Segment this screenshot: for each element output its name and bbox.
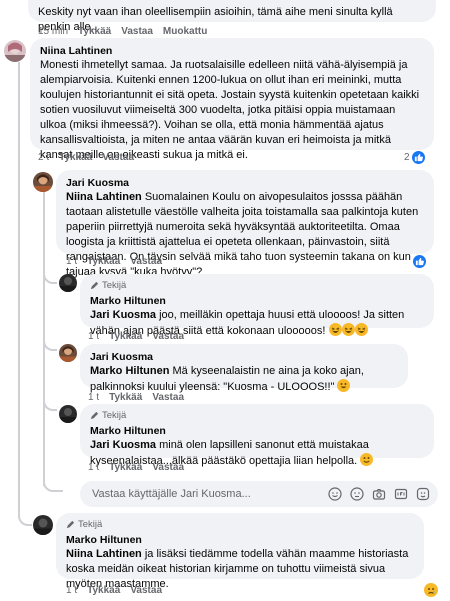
comment-actions: 1 t Tykkää Vastaa <box>66 256 162 267</box>
thread-elbow <box>43 470 63 492</box>
edited-label: Muokattu <box>162 26 208 37</box>
camera-icon[interactable] <box>372 487 386 501</box>
reply-button[interactable]: Vastaa <box>152 462 184 473</box>
comment-author[interactable]: Marko Hiltunen <box>90 295 424 308</box>
sad-reaction-icon <box>424 583 438 597</box>
comment-author[interactable]: Marko Hiltunen <box>66 534 414 547</box>
reaction-summary[interactable] <box>413 255 426 268</box>
like-button[interactable]: Tykkää <box>87 256 120 267</box>
comment-time[interactable]: 15 min <box>38 26 68 37</box>
avatar[interactable] <box>59 274 77 292</box>
grinning-emoji-icon <box>337 379 351 392</box>
thread-elbow <box>43 393 57 411</box>
thread-line-main <box>18 62 20 492</box>
author-badge: Tekijä <box>66 517 414 532</box>
thread-elbow <box>18 490 32 526</box>
avatar[interactable] <box>59 344 77 362</box>
author-badge-label: Tekijä <box>102 410 127 421</box>
reply-input-placeholder: Vastaa käyttäjälle Jari Kuosma... <box>92 488 251 500</box>
pen-icon <box>90 411 99 420</box>
reaction-count: 2 <box>404 152 410 163</box>
avatar-sticker-icon[interactable] <box>416 487 430 501</box>
comment-actions: 1 t Tykkää Vastaa <box>66 585 162 596</box>
reaction-summary[interactable]: 2 <box>404 151 425 164</box>
comment-text: Monesti ihmetellyt samaa. Ja ruotsalaisi… <box>40 59 420 161</box>
comment-author[interactable]: Marko Hiltunen <box>90 425 424 438</box>
avatar[interactable] <box>33 515 53 535</box>
comment-time[interactable]: 1 t <box>66 585 77 596</box>
reply-button[interactable]: Vastaa <box>130 256 162 267</box>
like-button[interactable]: Tykkää <box>109 392 142 403</box>
gif-icon[interactable] <box>394 487 408 501</box>
comment-time[interactable]: 1 t <box>66 256 77 267</box>
comment-time[interactable]: 2 t <box>38 152 49 163</box>
comment-time[interactable]: 1 t <box>88 392 99 403</box>
smiling-emoji-icon <box>360 453 374 466</box>
mention-link[interactable]: Niina Lahtinen <box>66 548 142 560</box>
emoji-icon[interactable] <box>328 487 342 501</box>
author-badge-label: Tekijä <box>102 280 127 291</box>
avatar[interactable] <box>33 172 53 192</box>
comment-bubble: Keskity nyt vaan ihan oleellisempiin asi… <box>28 0 436 33</box>
like-button[interactable]: Tykkää <box>87 585 120 596</box>
comment-author[interactable]: Niina Lahtinen <box>40 45 424 58</box>
reply-button[interactable]: Vastaa <box>121 26 153 37</box>
laughing-emoji-icon <box>354 323 368 336</box>
reply-input[interactable]: Vastaa käyttäjälle Jari Kuosma... <box>80 481 438 507</box>
comment-bubble: Jari Kuosma Niina Lahtinen Suomalainen K… <box>56 170 434 278</box>
pen-icon <box>90 281 99 290</box>
laughing-emoji-icon <box>328 323 342 336</box>
thread-elbow <box>43 335 57 351</box>
avatar[interactable] <box>4 40 26 62</box>
author-badge: Tekijä <box>90 278 424 293</box>
mention-link[interactable]: Jari Kuosma <box>90 309 156 321</box>
author-badge: Tekijä <box>90 408 424 423</box>
comment-actions: 1 t Tykkää Vastaa <box>88 331 184 342</box>
like-reaction-icon <box>411 151 425 164</box>
reply-input-tools <box>328 487 430 501</box>
comment-bubble: Niina Lahtinen Monesti ihmetellyt samaa.… <box>30 38 434 161</box>
comment-actions: 2 t Tykkää Vastaa <box>38 152 134 163</box>
reply-button[interactable]: Vastaa <box>152 392 184 403</box>
like-reaction-icon <box>413 255 426 268</box>
like-button[interactable]: Tykkää <box>59 152 92 163</box>
sticker-icon[interactable] <box>350 487 364 501</box>
comment-time[interactable]: 1 t <box>88 331 99 342</box>
mention-link[interactable]: Jari Kuosma <box>90 439 156 451</box>
like-button[interactable]: Tykkää <box>109 331 142 342</box>
reply-button[interactable]: Vastaa <box>152 331 184 342</box>
reply-button[interactable]: Vastaa <box>130 585 162 596</box>
like-button[interactable]: Tykkää <box>78 26 111 37</box>
mention-link[interactable]: Marko Hiltunen <box>90 365 169 377</box>
thread-elbow <box>43 268 57 284</box>
author-badge-label: Tekijä <box>78 519 103 530</box>
laughing-emoji-icon <box>341 323 355 336</box>
comment-author[interactable]: Jari Kuosma <box>90 351 398 364</box>
comment-author[interactable]: Jari Kuosma <box>66 177 424 190</box>
reaction-summary[interactable] <box>424 583 438 597</box>
comment-bubble: Tekijä Marko Hiltunen Jari Kuosma joo, m… <box>80 274 434 337</box>
pen-icon <box>66 520 75 529</box>
comment-actions: 1 t Tykkää Vastaa <box>88 462 184 473</box>
comment-actions: 1 t Tykkää Vastaa <box>88 392 184 403</box>
comment-bubble: Tekijä Marko Hiltunen Jari Kuosma minä o… <box>80 404 434 467</box>
reply-button[interactable]: Vastaa <box>102 152 134 163</box>
comment-actions: 15 min Tykkää Vastaa Muokattu <box>38 26 207 37</box>
mention-link[interactable]: Niina Lahtinen <box>66 191 142 203</box>
comment-time[interactable]: 1 t <box>88 462 99 473</box>
comment-bubble: Jari Kuosma Marko Hiltunen Mä kyseenalai… <box>80 344 408 393</box>
comment-bubble: Tekijä Marko Hiltunen Niina Lahtinen ja … <box>56 513 424 590</box>
like-button[interactable]: Tykkää <box>109 462 142 473</box>
avatar[interactable] <box>59 405 77 423</box>
